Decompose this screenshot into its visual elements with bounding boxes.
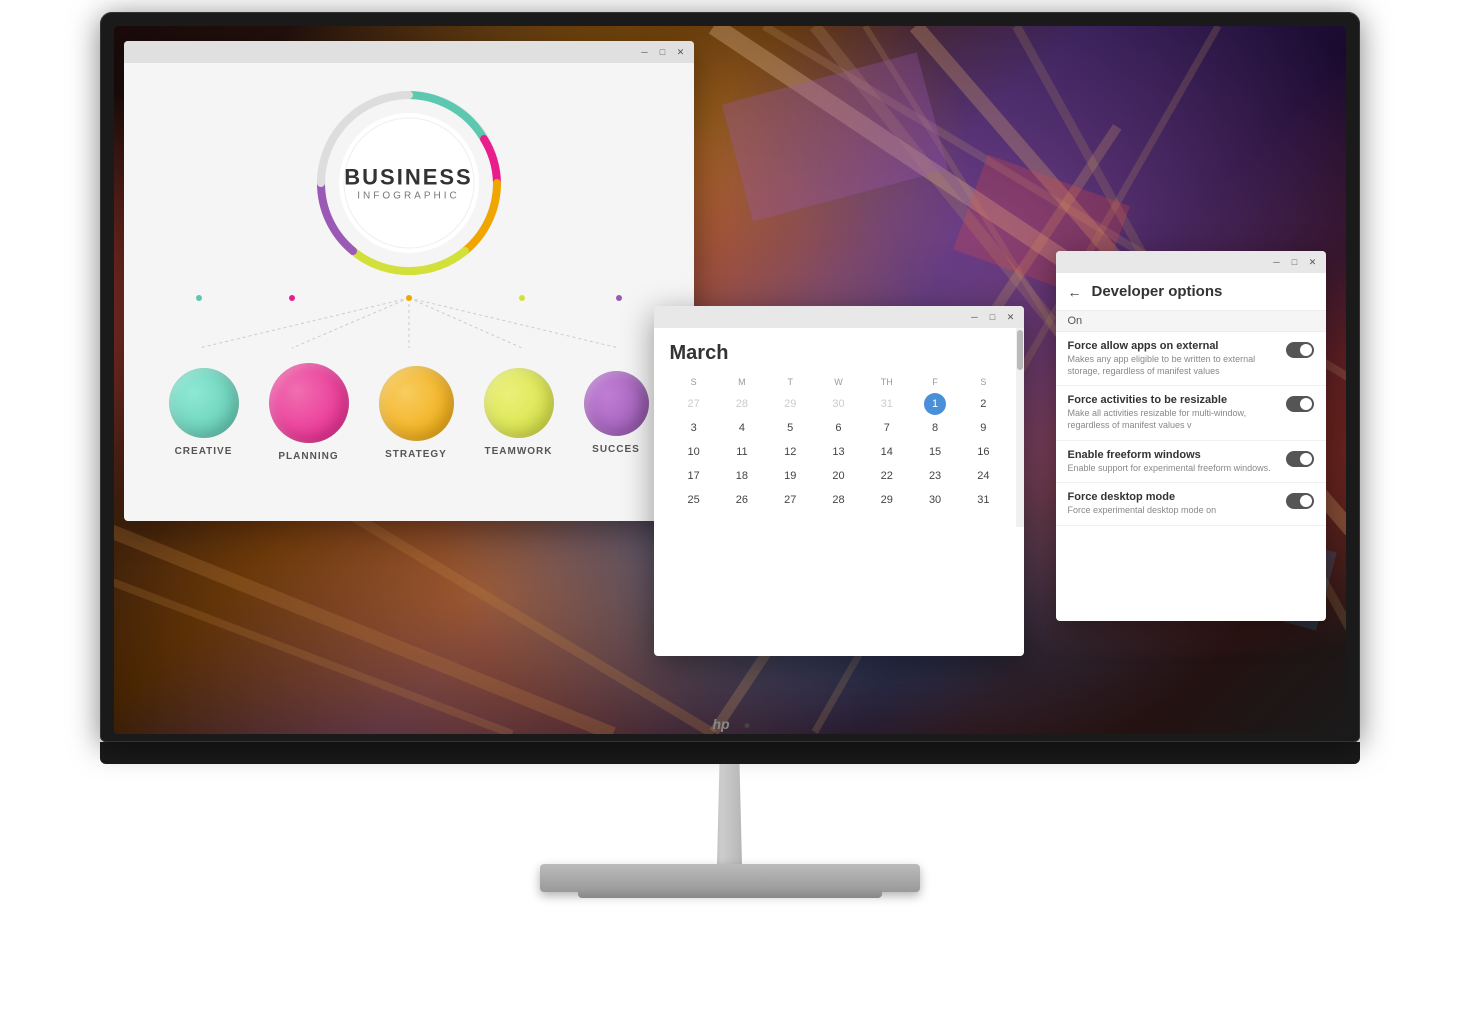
circular-diagram: BUSINESS INFOGRAPHIC: [309, 83, 509, 283]
bubble-success-circle: [584, 371, 649, 436]
dev-option-4-toggle[interactable]: [1286, 493, 1314, 509]
monitor-stand-neck: [705, 764, 755, 864]
bubble-planning-label: PLANNING: [278, 451, 338, 462]
calendar-content: March S M T W TH F S: [654, 328, 1024, 527]
calendar-grid: S M T W TH F S 27 28 2: [670, 375, 1008, 511]
hp-logo-area: hp: [710, 715, 749, 736]
dev-minimize-button[interactable]: ─: [1270, 255, 1284, 269]
calendar-month: March: [670, 342, 1008, 365]
dev-option-3-toggle[interactable]: [1286, 451, 1314, 467]
cal-close-button[interactable]: ✕: [1004, 310, 1018, 324]
bubble-teamwork-label: TEAMWORK: [485, 446, 553, 457]
dev-option-4-desc: Force experimental desktop mode on: [1068, 505, 1278, 517]
bubble-creative-label: CREATIVE: [175, 446, 233, 457]
calendar-window: ─ □ ✕ March S M T W TH: [654, 306, 1024, 656]
dev-option-2-desc: Make all activities resizable for multi-…: [1068, 408, 1278, 431]
cal-maximize-button[interactable]: □: [986, 310, 1000, 324]
calendar-titlebar: ─ □ ✕: [654, 306, 1024, 328]
dev-option-3: Enable freeform windows Enable support f…: [1056, 441, 1326, 484]
monitor-stand-base: [540, 864, 920, 892]
bubble-success: SUCCES: [584, 371, 649, 455]
dev-back-icon[interactable]: ←: [1068, 284, 1082, 300]
dev-header: ← Developer options: [1056, 273, 1326, 311]
dev-option-3-desc: Enable support for experimental freeform…: [1068, 463, 1278, 475]
monitor: ─ □ ✕: [80, 12, 1380, 1012]
bubble-teamwork-circle: [484, 368, 554, 438]
bubble-creative-circle: [169, 368, 239, 438]
dev-maximize-button[interactable]: □: [1288, 255, 1302, 269]
calendar-scrollbar[interactable]: [1016, 328, 1024, 527]
power-indicator: [744, 723, 749, 728]
infographic-content: BUSINESS INFOGRAPHIC: [124, 63, 694, 521]
dev-option-3-title: Enable freeform windows: [1068, 449, 1278, 461]
bubbles-row: CREATIVE PLANNING STRATEGY TEAMWORK: [169, 363, 649, 462]
maximize-button[interactable]: □: [656, 45, 670, 59]
monitor-bottom-bezel: [100, 742, 1360, 764]
dev-option-1: Force allow apps on external Makes any a…: [1056, 332, 1326, 386]
developer-options-title: Developer options: [1092, 283, 1223, 300]
diagram-center: BUSINESS INFOGRAPHIC: [344, 165, 472, 202]
bubble-success-label: SUCCES: [592, 444, 640, 455]
minimize-button[interactable]: ─: [638, 45, 652, 59]
dev-option-2-title: Force activities to be resizable: [1068, 394, 1278, 406]
cal-week-3: 10 11 12 13 14 15 16: [670, 441, 1008, 463]
monitor-screen: ─ □ ✕: [114, 26, 1346, 734]
dev-option-1-desc: Makes any app eligible to be written to …: [1068, 354, 1278, 377]
cal-minimize-button[interactable]: ─: [968, 310, 982, 324]
bubble-creative: CREATIVE: [169, 368, 239, 457]
dev-close-button[interactable]: ✕: [1306, 255, 1320, 269]
developer-options-panel: ─ □ ✕ ← Developer options On Force allow…: [1056, 251, 1326, 621]
dev-option-2-toggle[interactable]: [1286, 396, 1314, 412]
calendar-header: S M T W TH F S: [670, 375, 1008, 389]
connection-lines: [144, 293, 674, 353]
close-button[interactable]: ✕: [674, 45, 688, 59]
bubble-teamwork: TEAMWORK: [484, 368, 554, 457]
dev-option-4: Force desktop mode Force experimental de…: [1056, 483, 1326, 526]
infographic-window: ─ □ ✕: [124, 41, 694, 521]
bubble-planning-circle: [269, 363, 349, 443]
cal-week-5: 25 26 27 28 29 30 31: [670, 489, 1008, 511]
bubble-strategy-circle: [379, 366, 454, 441]
monitor-bezel: ─ □ ✕: [100, 12, 1360, 742]
bubble-planning: PLANNING: [269, 363, 349, 462]
bubble-strategy-label: STRATEGY: [385, 449, 447, 460]
dev-option-1-toggle[interactable]: [1286, 342, 1314, 358]
calendar-scrollbar-thumb[interactable]: [1017, 330, 1023, 370]
infographic-titlebar: ─ □ ✕: [124, 41, 694, 63]
infographic-label: INFOGRAPHIC: [344, 191, 472, 202]
dev-titlebar: ─ □ ✕: [1056, 251, 1326, 273]
dev-on-label: On: [1056, 311, 1326, 332]
cal-week-2: 3 4 5 6 7 8 9: [670, 417, 1008, 439]
dev-option-4-title: Force desktop mode: [1068, 491, 1278, 503]
dev-option-2: Force activities to be resizable Make al…: [1056, 386, 1326, 440]
hp-logo: hp: [710, 715, 738, 736]
bubble-strategy: STRATEGY: [379, 366, 454, 460]
cal-week-4: 17 18 19 20 22 23 24: [670, 465, 1008, 487]
svg-text:hp: hp: [712, 716, 730, 732]
business-label: BUSINESS: [344, 165, 472, 191]
cal-week-1: 27 28 29 30 31 1 2: [670, 393, 1008, 415]
dev-option-1-title: Force allow apps on external: [1068, 340, 1278, 352]
